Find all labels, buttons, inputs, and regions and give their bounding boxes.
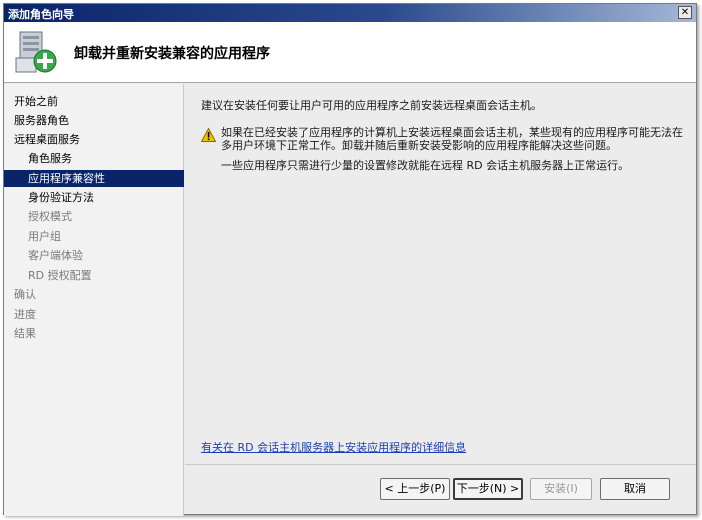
step-authentication-method[interactable]: 身份验证方法: [4, 189, 184, 206]
step-results: 结果: [14, 327, 36, 340]
window-title: 添加角色向导: [8, 8, 74, 21]
wizard-content: 建议在安装任何要让用户可用的应用程序之前安装远程桌面会话主机。 如果在已经安装了…: [185, 84, 696, 464]
cancel-button[interactable]: 取消: [600, 478, 670, 500]
step-confirmation: 确认: [14, 288, 36, 301]
install-button: 安装(I): [530, 478, 592, 500]
server-add-role-icon: [15, 31, 57, 73]
warning-text-line-2: 多用户环境下正常工作。卸载并随后重新安装受影响的应用程序能解决这些问题。: [221, 139, 617, 152]
page-title: 卸载并重新安装兼容的应用程序: [74, 46, 270, 62]
step-licensing-mode: 授权模式: [28, 210, 72, 223]
intro-text: 建议在安装任何要让用户可用的应用程序之前安装远程桌面会话主机。: [201, 99, 542, 112]
warning-text-line-1: 如果在已经安装了应用程序的计算机上安装远程桌面会话主机，某些现有的应用程序可能无…: [221, 126, 683, 139]
step-client-experience: 客户端体验: [28, 249, 83, 262]
note-text: 一些应用程序只需进行少量的设置修改就能在远程 RD 会话主机服务器上正常运行。: [221, 159, 630, 172]
step-application-compatibility[interactable]: 应用程序兼容性: [4, 170, 184, 187]
step-server-roles[interactable]: 服务器角色: [4, 112, 184, 129]
step-remote-desktop-services[interactable]: 远程桌面服务: [4, 131, 184, 148]
step-user-groups: 用户组: [28, 230, 61, 243]
step-before-you-begin[interactable]: 开始之前: [4, 93, 184, 110]
more-info-link[interactable]: 有关在 RD 会话主机服务器上安装应用程序的详细信息: [201, 439, 466, 455]
step-progress: 进度: [14, 308, 36, 321]
back-button[interactable]: < 上一步(P): [380, 478, 450, 500]
close-button[interactable]: ✕: [678, 6, 692, 19]
step-rd-licensing-config: RD 授权配置: [28, 269, 92, 282]
wizard-footer: < 上一步(P) 下一步(N) > 安装(I) 取消: [185, 464, 696, 514]
next-button[interactable]: 下一步(N) >: [453, 478, 523, 500]
warning-icon: [201, 128, 216, 142]
wizard-steps-sidebar: 开始之前 服务器角色 远程桌面服务 角色服务 应用程序兼容性 身份验证方法 授权…: [4, 84, 184, 516]
step-role-services[interactable]: 角色服务: [4, 150, 184, 167]
wizard-header: 卸载并重新安装兼容的应用程序: [4, 22, 696, 83]
title-bar[interactable]: 添加角色向导 ✕: [4, 4, 696, 22]
close-icon: ✕: [680, 7, 690, 18]
add-roles-wizard-window: 添加角色向导 ✕ 卸载并重新安装兼容的应用程序 开始之前 服务器角色 远程桌面服…: [3, 3, 697, 516]
